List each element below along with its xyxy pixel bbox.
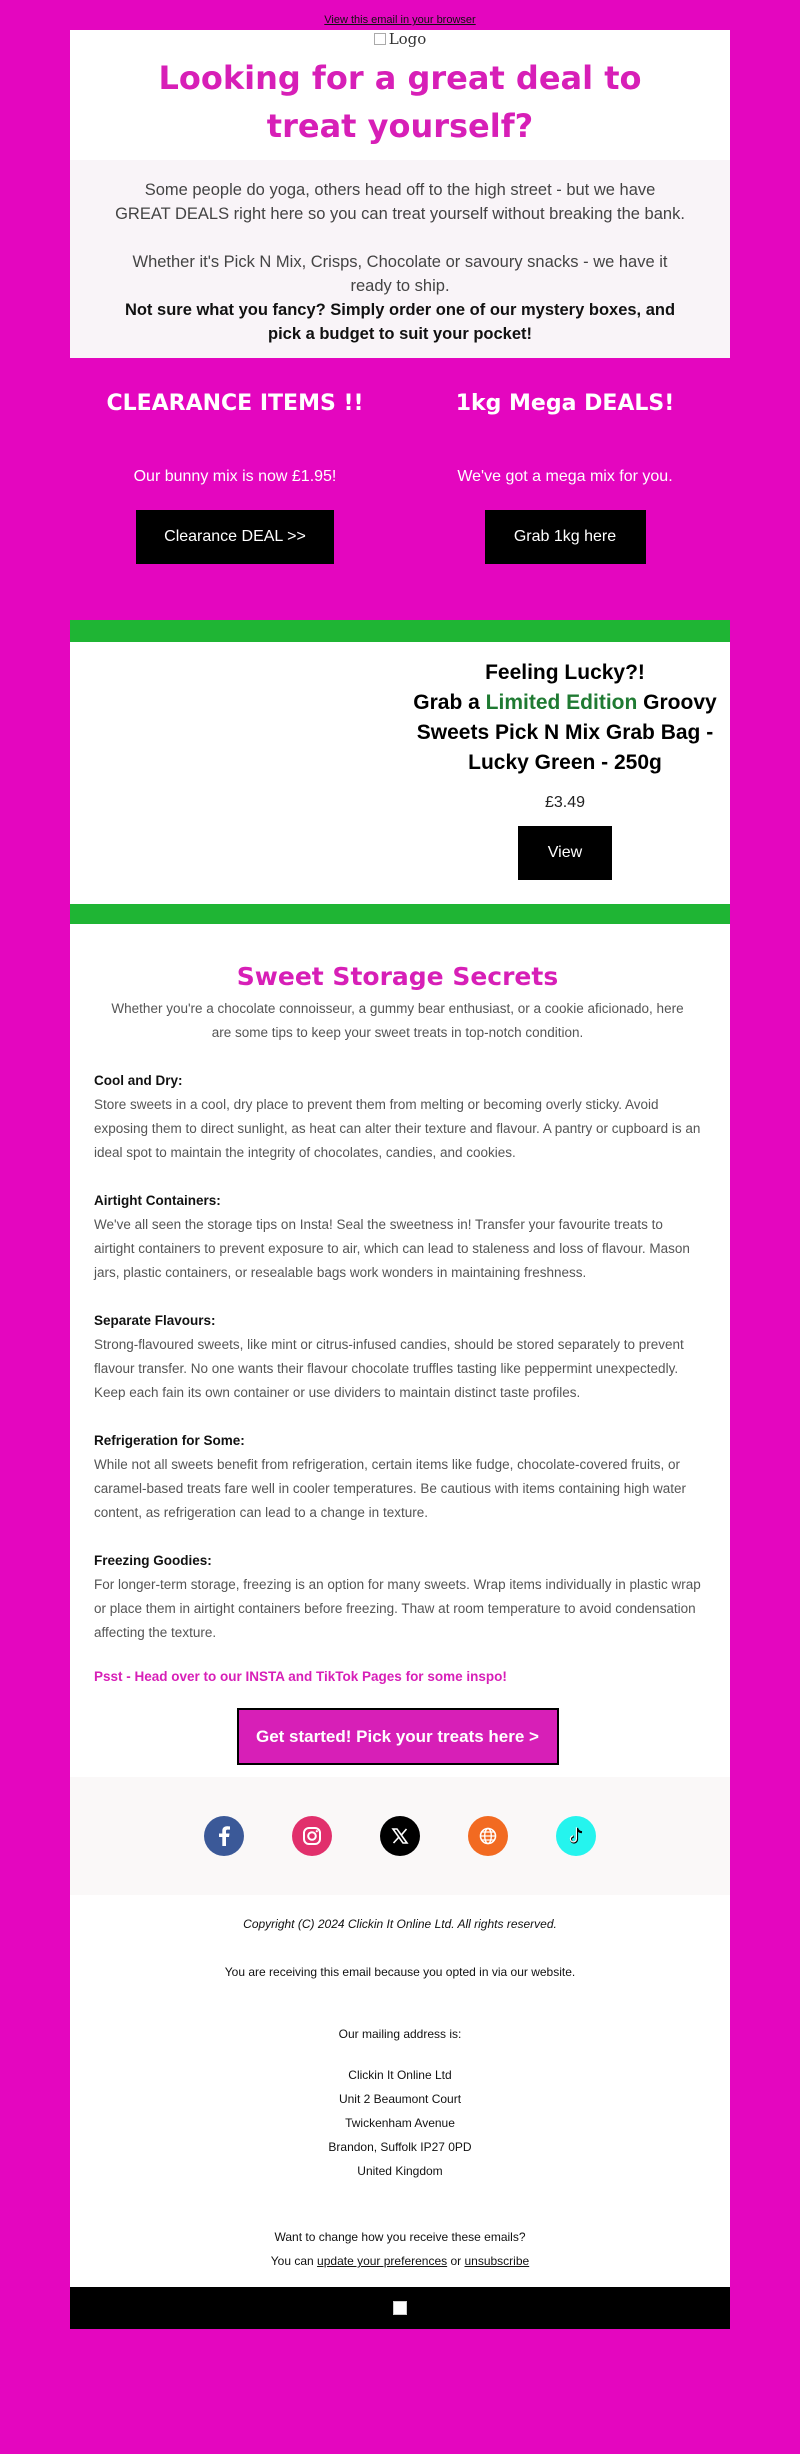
footer: Copyright (C) 2024 Clickin It Online Ltd… — [70, 1895, 730, 2329]
tip-body: Store sweets in a cool, dry place to pre… — [94, 1097, 701, 1160]
unsubscribe-link[interactable]: unsubscribe — [464, 2254, 529, 2268]
intro-paragraph-1: Some people do yoga, others head off to … — [115, 181, 685, 223]
cta-wrap: Get started! Pick your treats here > — [94, 1684, 701, 1777]
footer-badge-bar — [70, 2287, 730, 2329]
address-line: United Kingdom — [357, 2164, 443, 2178]
clearance-deal-button[interactable]: Clearance DEAL >> — [136, 510, 334, 564]
instagram-icon[interactable] — [292, 1816, 332, 1856]
view-in-browser-link[interactable]: View this email in your browser — [0, 0, 800, 30]
update-preferences-link[interactable]: update your preferences — [317, 2254, 447, 2268]
change-prefs-question: Want to change how you receive these ema… — [274, 2230, 526, 2244]
logo[interactable]: Logo — [70, 30, 730, 50]
promo-highlight: Limited Edition — [485, 691, 638, 714]
promo-line-1: Feeling Lucky?! — [485, 661, 645, 684]
tip-body: While not all sweets benefit from refrig… — [94, 1457, 687, 1520]
website-icon[interactable] — [468, 1816, 508, 1856]
tip-refrigeration: Refrigeration for Some: While not all sw… — [94, 1429, 701, 1525]
tip-freezing: Freezing Goodies: For longer-term storag… — [94, 1549, 701, 1645]
facebook-icon[interactable] — [204, 1816, 244, 1856]
deal-title: 1kg Mega DEALS! — [455, 391, 675, 416]
opt-in-text: You are receiving this email because you… — [224, 1965, 576, 1979]
deal-text: Our bunny mix is now £1.95! — [133, 468, 337, 485]
or-text: or — [447, 2254, 465, 2268]
storage-title: Sweet Storage Secrets — [236, 962, 559, 991]
you-can-text: You can — [270, 2254, 318, 2268]
view-button[interactable]: View — [518, 826, 612, 880]
broken-image-icon — [373, 33, 386, 45]
tip-heading: Freezing Goodies: — [94, 1553, 212, 1568]
tip-separate: Separate Flavours: Strong-flavoured swee… — [94, 1309, 701, 1405]
logo-alt-text: Logo — [388, 30, 427, 48]
prefs-line: You can update your preferences or unsub… — [70, 2249, 730, 2273]
grab-1kg-button[interactable]: Grab 1kg here — [484, 510, 646, 564]
storage-section: Sweet Storage Secrets Whether you're a c… — [70, 924, 730, 1777]
social-wrapper — [70, 1777, 730, 1895]
storage-lead: Whether you're a chocolate connoisseur, … — [111, 1001, 684, 1040]
tip-body: Strong-flavoured sweets, like mint or ci… — [94, 1337, 684, 1400]
tip-airtight: Airtight Containers: We've all seen the … — [94, 1189, 701, 1285]
intro-paragraph-3: Not sure what you fancy? Simply order on… — [124, 301, 676, 343]
hero-title: Looking for a great deal to treat yourse… — [158, 59, 642, 145]
tip-heading: Refrigeration for Some: — [94, 1433, 245, 1448]
address-line: Brandon, Suffolk IP27 0PD — [328, 2140, 472, 2154]
psst-link[interactable]: Psst - Head over to our INSTA and TikTok… — [94, 1669, 701, 1684]
get-started-button[interactable]: Get started! Pick your treats here > — [236, 1708, 559, 1765]
address-line: Unit 2 Beaumont Court — [338, 2092, 462, 2106]
hero-section: Logo Looking for a great deal to treat y… — [70, 30, 730, 358]
mailing-address: Clickin It Online Ltd Unit 2 Beaumont Co… — [70, 2063, 730, 2183]
intro-paragraph-2: Whether it's Pick N Mix, Crisps, Chocola… — [132, 253, 668, 295]
promo-text: Feeling Lucky?! Grab a Limited Edition G… — [400, 642, 730, 904]
tip-heading: Separate Flavours: — [94, 1313, 216, 1328]
mailing-label: Our mailing address is: — [338, 2027, 462, 2041]
social-bar — [70, 1777, 730, 1895]
tiktok-icon[interactable] — [556, 1816, 596, 1856]
intro-block: Some people do yoga, others head off to … — [70, 160, 730, 358]
tip-heading: Cool and Dry: — [94, 1073, 183, 1088]
deals-section: CLEARANCE ITEMS !! Our bunny mix is now … — [70, 358, 730, 620]
promo-line-2-pre: Grab a — [413, 691, 486, 714]
copyright-text: Copyright (C) 2024 Clickin It Online Ltd… — [243, 1917, 557, 1931]
address-line: Twickenham Avenue — [345, 2116, 455, 2130]
tip-body: For longer-term storage, freezing is an … — [94, 1577, 701, 1640]
promo-heading: Feeling Lucky?! Grab a Limited Edition G… — [400, 658, 730, 778]
deal-clearance: CLEARANCE ITEMS !! Our bunny mix is now … — [70, 358, 400, 620]
deal-mega: 1kg Mega DEALS! We've got a mega mix for… — [400, 358, 730, 620]
deal-text: We've got a mega mix for you. — [457, 468, 673, 485]
tip-body: We've all seen the storage tips on Insta… — [94, 1217, 690, 1280]
x-icon[interactable] — [380, 1816, 420, 1856]
address-line: Clickin It Online Ltd — [348, 2068, 452, 2082]
deal-title: CLEARANCE ITEMS !! — [106, 391, 364, 416]
promo-top-bar — [70, 620, 730, 642]
broken-image-icon[interactable] — [393, 2301, 407, 2315]
promo-section: Feeling Lucky?! Grab a Limited Edition G… — [70, 642, 730, 904]
tip-heading: Airtight Containers: — [94, 1193, 221, 1208]
promo-bottom-bar — [70, 904, 730, 924]
promo-image[interactable] — [70, 642, 400, 904]
tip-cool-dry: Cool and Dry: Store sweets in a cool, dr… — [94, 1069, 701, 1165]
promo-price: £3.49 — [544, 794, 586, 811]
